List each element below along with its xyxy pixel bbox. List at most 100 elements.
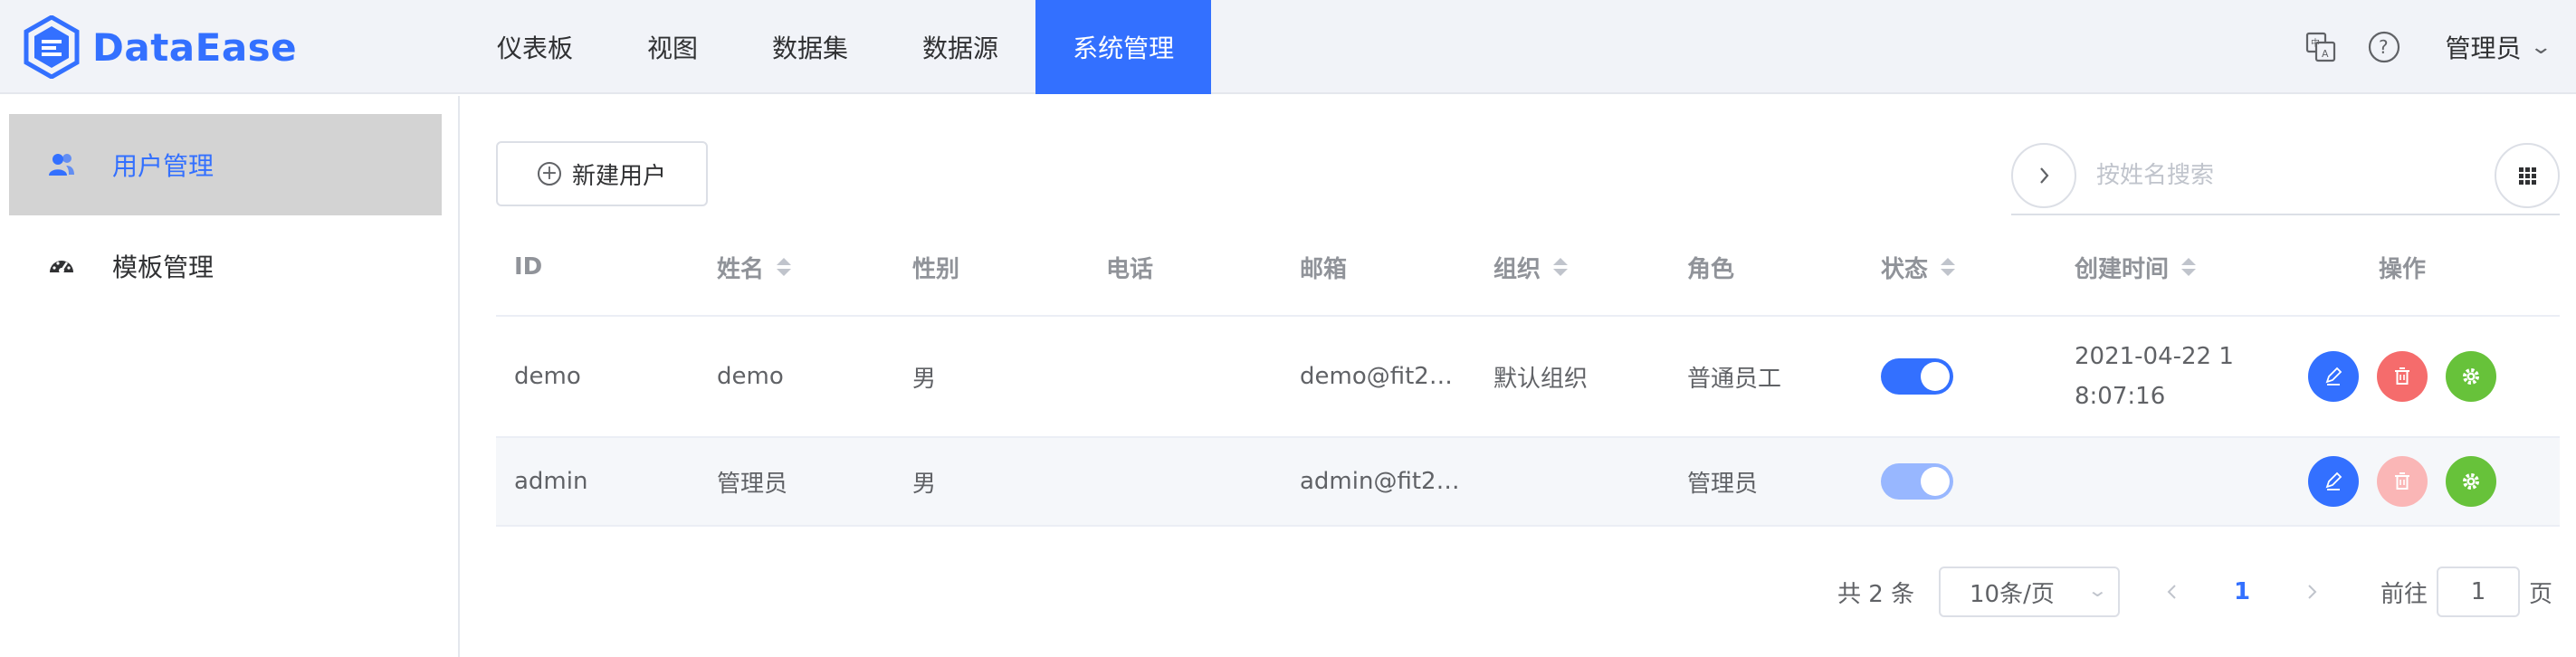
translate-icon[interactable]: 中 A xyxy=(2301,27,2341,67)
column-header-id: ID xyxy=(514,217,542,317)
nav-item-label: 视图 xyxy=(647,33,699,63)
column-header-label: 组织 xyxy=(1493,255,1541,283)
chevron-down-icon: ⌄ xyxy=(2528,35,2552,59)
sort-caret-icon[interactable] xyxy=(1941,258,1956,276)
chevron-right-icon xyxy=(2040,167,2049,184)
prev-page-button[interactable] xyxy=(2163,567,2181,617)
nav-item-dashboard[interactable]: 仪表板 xyxy=(460,0,610,94)
cell-role: 普通员工 xyxy=(1687,365,1782,393)
sidebar: 用户管理 模板管理 xyxy=(0,96,460,657)
column-settings-button[interactable] xyxy=(2495,143,2560,208)
sidebar-item-label: 模板管理 xyxy=(112,252,215,282)
search-bar xyxy=(2011,136,2560,215)
sidebar-item-template-management[interactable]: 模板管理 xyxy=(9,215,442,317)
nav-item-label: 数据源 xyxy=(922,33,999,63)
edit-button[interactable] xyxy=(2308,351,2359,402)
status-toggle[interactable] xyxy=(1881,358,1953,395)
svg-text:?: ? xyxy=(2379,36,2389,58)
edit-button[interactable] xyxy=(2308,456,2359,507)
cell-status xyxy=(1881,317,1953,436)
sidebar-item-user-management[interactable]: 用户管理 xyxy=(9,114,442,215)
nav-item-label: 系统管理 xyxy=(1073,33,1175,63)
chevron-right-icon xyxy=(2308,585,2317,599)
sort-caret-icon[interactable] xyxy=(1553,258,1569,276)
edit-pencil-icon xyxy=(2325,367,2342,386)
nav-item-label: 数据集 xyxy=(772,33,849,63)
column-header-label: 状态 xyxy=(1881,255,1929,283)
cell-email: admin@fit2… xyxy=(1300,438,1460,525)
search-input[interactable] xyxy=(2094,150,2447,201)
page-number-current[interactable]: 1 xyxy=(2234,567,2250,617)
column-header-org[interactable]: 组织 xyxy=(1493,217,1569,317)
goto-page-input[interactable] xyxy=(2437,567,2520,617)
column-header-label: 操作 xyxy=(2379,255,2427,283)
user-table: ID 姓名 性别 电话 邮箱 组织 角色 状态 创建时间 操作 demo dem… xyxy=(496,217,2560,527)
expand-search-button[interactable] xyxy=(2011,143,2076,208)
cell-actions xyxy=(2308,438,2514,525)
table-header: ID 姓名 性别 电话 邮箱 组织 角色 状态 创建时间 操作 xyxy=(496,217,2560,317)
cell-created: 2021-04-22 18:07:16 xyxy=(2075,343,2234,410)
grid-icon xyxy=(2519,167,2536,185)
top-right-actions: 中 A ? 管理员 ⌄ xyxy=(2301,0,2576,94)
create-user-button[interactable]: + 新建用户 xyxy=(496,141,708,206)
cell-id: admin xyxy=(514,468,588,495)
delete-button[interactable] xyxy=(2377,351,2428,402)
cell-gender: 男 xyxy=(912,470,937,498)
column-header-label: ID xyxy=(514,253,543,281)
status-toggle[interactable] xyxy=(1881,463,1953,500)
cell-created xyxy=(2075,438,2247,525)
column-header-role: 角色 xyxy=(1687,217,1734,317)
sort-caret-icon[interactable] xyxy=(777,258,792,276)
next-page-button[interactable] xyxy=(2303,567,2321,617)
gear-icon xyxy=(2463,368,2479,385)
column-header-label: 角色 xyxy=(1687,255,1735,283)
chevron-down-icon: ⌄ xyxy=(2086,579,2109,601)
trash-icon xyxy=(2395,367,2409,385)
page-size-value: 10条/页 xyxy=(1970,580,2055,608)
dashboard-gauge-icon xyxy=(45,250,78,282)
column-header-label: 性别 xyxy=(912,255,960,283)
app-name: DataEase xyxy=(92,24,298,70)
cell-role: 管理员 xyxy=(1687,470,1759,498)
nav-item-dataset[interactable]: 数据集 xyxy=(735,0,885,94)
column-header-label: 邮箱 xyxy=(1300,255,1348,283)
column-header-status[interactable]: 状态 xyxy=(1881,217,1956,317)
user-menu[interactable]: 管理员 ⌄ xyxy=(2445,29,2552,65)
page-size-select[interactable]: 10条/页 ⌄ xyxy=(1939,567,2120,617)
cell-status xyxy=(1881,438,1953,525)
nav-item-system[interactable]: 系统管理 xyxy=(1035,0,1212,94)
page-suffix: 页 xyxy=(2529,580,2553,608)
nav-item-view[interactable]: 视图 xyxy=(610,0,735,94)
delete-button[interactable] xyxy=(2377,456,2428,507)
nav-item-label: 仪表板 xyxy=(497,33,574,63)
dataease-logo-icon xyxy=(24,15,80,79)
column-header-label: 创建时间 xyxy=(2075,255,2170,283)
trash-icon xyxy=(2395,472,2409,490)
settings-button[interactable] xyxy=(2446,456,2496,507)
nav-item-datasource[interactable]: 数据源 xyxy=(885,0,1035,94)
plus-circle-icon: + xyxy=(537,162,561,186)
cell-name: demo xyxy=(717,363,784,390)
main-nav: 仪表板 视图 数据集 数据源 系统管理 xyxy=(460,0,1212,94)
column-header-gender: 性别 xyxy=(912,217,959,317)
app-logo[interactable]: DataEase xyxy=(24,13,297,81)
user-group-icon xyxy=(45,148,78,181)
cell-org: 默认组织 xyxy=(1493,365,1589,393)
column-header-name[interactable]: 姓名 xyxy=(717,217,792,317)
chevron-left-icon xyxy=(2167,585,2176,599)
svg-text:A: A xyxy=(2322,48,2329,60)
table-row: demo demo 男 demo@fit2… 默认组织 普通员工 2021-04… xyxy=(496,317,2560,438)
create-user-label: 新建用户 xyxy=(571,162,666,190)
cell-email: demo@fit2… xyxy=(1300,317,1453,436)
sort-caret-icon[interactable] xyxy=(2181,258,2197,276)
help-icon[interactable]: ? xyxy=(2364,27,2404,67)
cell-gender: 男 xyxy=(912,365,937,393)
cell-name: 管理员 xyxy=(717,470,788,498)
settings-button[interactable] xyxy=(2446,351,2496,402)
gear-icon xyxy=(2463,473,2479,490)
column-header-created[interactable]: 创建时间 xyxy=(2075,217,2197,317)
table-row: admin 管理员 男 admin@fit2… 管理员 xyxy=(496,438,2560,527)
column-header-phone: 电话 xyxy=(1106,217,1153,317)
goto-label: 前往 xyxy=(2380,580,2428,608)
user-name: 管理员 xyxy=(2445,33,2522,63)
